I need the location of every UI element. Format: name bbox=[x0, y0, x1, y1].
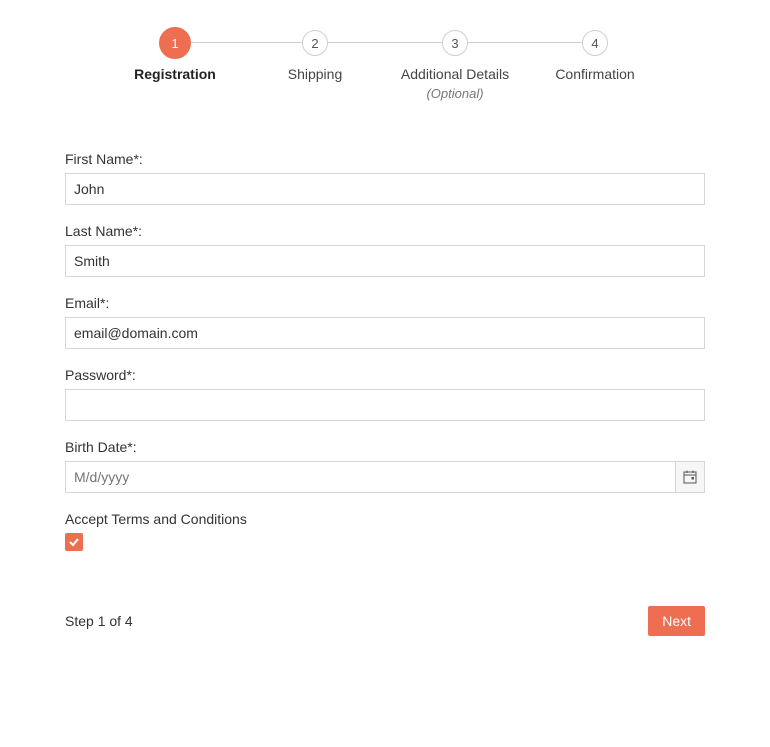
last-name-label: Last Name*: bbox=[65, 223, 705, 239]
email-label: Email*: bbox=[65, 295, 705, 311]
calendar-button[interactable] bbox=[675, 461, 705, 493]
step-circle: 4 bbox=[582, 30, 608, 56]
step-label: Confirmation bbox=[555, 66, 634, 82]
step-indicator: Step 1 of 4 bbox=[65, 613, 133, 629]
step-additional-details[interactable]: 3 Additional Details (Optional) bbox=[385, 30, 525, 101]
last-name-group: Last Name*: bbox=[65, 223, 705, 277]
birth-date-group: Birth Date*: bbox=[65, 439, 705, 493]
last-name-input[interactable] bbox=[65, 245, 705, 277]
terms-checkbox[interactable] bbox=[65, 533, 83, 551]
step-shipping[interactable]: 2 Shipping bbox=[245, 30, 385, 101]
step-label: Shipping bbox=[288, 66, 343, 82]
step-circle: 3 bbox=[442, 30, 468, 56]
password-label: Password*: bbox=[65, 367, 705, 383]
step-confirmation[interactable]: 4 Confirmation bbox=[525, 30, 665, 101]
email-input[interactable] bbox=[65, 317, 705, 349]
check-icon bbox=[68, 536, 80, 548]
stepper: 1 Registration 2 Shipping 3 Additional D… bbox=[65, 30, 705, 101]
email-group: Email*: bbox=[65, 295, 705, 349]
password-group: Password*: bbox=[65, 367, 705, 421]
step-circle: 2 bbox=[302, 30, 328, 56]
step-registration[interactable]: 1 Registration bbox=[105, 30, 245, 101]
first-name-input[interactable] bbox=[65, 173, 705, 205]
step-label: Additional Details bbox=[401, 66, 509, 82]
terms-group: Accept Terms and Conditions bbox=[65, 511, 705, 551]
terms-label: Accept Terms and Conditions bbox=[65, 511, 705, 527]
calendar-icon bbox=[683, 470, 697, 484]
next-button[interactable]: Next bbox=[648, 606, 705, 636]
footer: Step 1 of 4 Next bbox=[65, 606, 705, 636]
password-input[interactable] bbox=[65, 389, 705, 421]
first-name-group: First Name*: bbox=[65, 151, 705, 205]
first-name-label: First Name*: bbox=[65, 151, 705, 167]
step-label: Registration bbox=[134, 66, 216, 82]
step-circle: 1 bbox=[159, 27, 191, 59]
step-sublabel: (Optional) bbox=[426, 86, 483, 101]
birth-date-label: Birth Date*: bbox=[65, 439, 705, 455]
birth-date-input[interactable] bbox=[65, 461, 675, 493]
